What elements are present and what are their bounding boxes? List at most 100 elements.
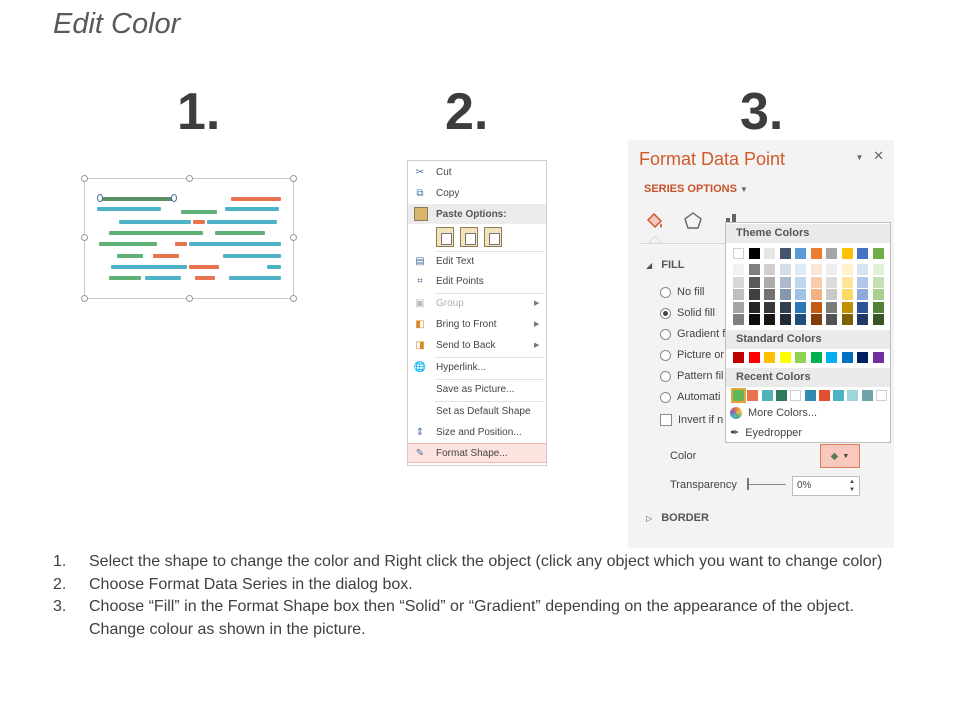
resize-handle[interactable] [81,234,88,241]
menu-item-group[interactable]: ▣ Group ▶ [408,293,546,313]
color-swatch[interactable] [795,248,806,259]
color-swatch[interactable] [826,248,837,259]
color-swatch[interactable] [764,264,775,275]
color-swatch[interactable] [795,276,806,288]
color-swatch[interactable] [826,276,837,288]
transparency-slider[interactable] [748,484,786,485]
color-swatch[interactable] [857,314,868,325]
color-swatch[interactable] [872,289,884,300]
menu-item-edit-points[interactable]: ⌗ Edit Points [408,271,546,291]
slider-thumb[interactable] [747,478,749,490]
color-swatch[interactable] [747,390,759,401]
color-swatch[interactable] [872,264,884,275]
color-swatch[interactable] [748,264,760,275]
color-swatch[interactable] [795,314,806,325]
resize-handle[interactable] [290,295,297,302]
color-swatch[interactable] [810,301,822,313]
menu-item-send-to-back[interactable]: ◨ Send to Back ▶ [408,335,546,355]
color-swatch[interactable] [826,314,837,325]
color-swatch[interactable] [857,248,868,259]
color-swatch[interactable] [748,314,760,325]
radio-gradient-fill[interactable]: Gradient f [660,328,725,340]
radio-button[interactable] [660,286,671,298]
color-swatch[interactable] [779,352,791,363]
color-swatch[interactable] [872,248,884,259]
color-swatch[interactable] [795,289,806,300]
resize-handle[interactable] [186,295,193,302]
color-swatch[interactable] [779,314,791,325]
color-swatch[interactable] [857,352,868,363]
paste-keep-formatting-icon[interactable] [436,227,454,247]
point-handle[interactable] [97,194,103,202]
radio-button[interactable] [660,328,671,340]
color-swatch[interactable] [790,390,802,401]
menu-item-bring-to-front[interactable]: ◧ Bring to Front ▶ [408,314,546,334]
color-swatch[interactable] [810,276,822,288]
color-swatch[interactable] [826,301,837,313]
color-swatch[interactable] [733,264,744,275]
color-swatch[interactable] [810,314,822,325]
spinner-icon[interactable]: ▲ ▼ [849,478,855,494]
radio-no-fill[interactable]: No fill [660,286,705,298]
radio-button[interactable] [660,370,671,382]
color-swatch[interactable] [779,248,791,259]
color-swatch[interactable] [764,301,775,313]
color-swatch[interactable] [804,390,816,401]
menu-item-format-shape[interactable]: ✎ Format Shape... [408,443,546,463]
color-swatch[interactable] [841,289,853,300]
color-swatch[interactable] [876,390,887,401]
color-swatch[interactable] [857,264,868,275]
color-swatch[interactable] [764,314,775,325]
selected-shape[interactable] [81,175,297,302]
paste-merge-formatting-icon[interactable] [460,227,478,247]
color-swatch[interactable] [810,248,822,259]
color-swatch[interactable] [826,264,837,275]
color-swatch[interactable] [764,289,775,300]
color-swatch[interactable] [733,248,744,259]
menu-item-cut[interactable]: ✂ Cut [408,162,546,182]
color-swatch[interactable] [775,390,787,401]
color-swatch[interactable] [748,301,760,313]
color-swatch[interactable] [826,352,837,363]
color-swatch[interactable] [810,264,822,275]
effects-tab[interactable] [682,210,704,232]
color-swatch[interactable] [748,352,760,363]
eyedropper-link[interactable]: ✒ Eyedropper [730,426,802,440]
paste-picture-icon[interactable] [484,227,502,247]
color-swatch[interactable] [748,248,760,259]
fill-section-header[interactable]: ◢ FILL [646,259,684,271]
fill-line-tab[interactable] [644,210,666,232]
border-section-header[interactable]: ▷ BORDER [646,512,709,524]
color-swatch[interactable] [731,388,746,403]
color-swatch[interactable] [841,276,853,288]
color-swatch[interactable] [733,276,744,288]
color-swatch[interactable] [872,314,884,325]
color-swatch[interactable] [841,264,853,275]
menu-item-save-as-picture[interactable]: Save as Picture... [408,379,546,399]
more-colors-link[interactable]: More Colors... [730,407,817,419]
fill-color-button[interactable]: ◆ ▼ [820,444,860,468]
radio-solid-fill[interactable]: Solid fill [660,307,715,319]
color-swatch[interactable] [795,352,806,363]
color-swatch[interactable] [810,289,822,300]
color-swatch[interactable] [779,301,791,313]
resize-handle[interactable] [186,175,193,182]
color-swatch[interactable] [872,352,884,363]
color-swatch[interactable] [748,276,760,288]
color-swatch[interactable] [748,289,760,300]
pane-menu-icon[interactable]: ▼ [856,153,864,162]
color-swatch[interactable] [733,314,744,325]
color-swatch[interactable] [795,301,806,313]
resize-handle[interactable] [290,234,297,241]
menu-item-edit-text[interactable]: ▤ Edit Text [408,251,546,271]
radio-button[interactable] [660,349,671,361]
color-swatch[interactable] [779,264,791,275]
menu-item-set-default-shape[interactable]: Set as Default Shape [408,401,546,421]
color-swatch[interactable] [826,289,837,300]
color-swatch[interactable] [857,289,868,300]
menu-item-copy[interactable]: ⧉ Copy [408,183,546,203]
color-swatch[interactable] [764,352,775,363]
color-swatch[interactable] [779,289,791,300]
color-swatch[interactable] [841,352,853,363]
checkbox[interactable] [660,414,672,426]
